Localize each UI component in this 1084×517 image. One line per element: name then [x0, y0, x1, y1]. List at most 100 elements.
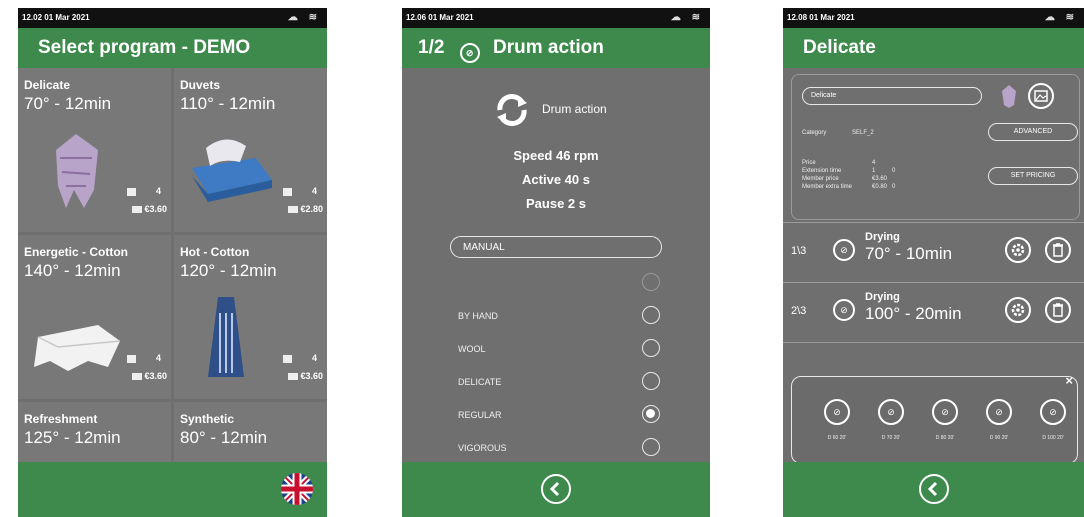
step-index: 2\3	[791, 305, 807, 317]
dryer-step-button[interactable]: ⊘	[1040, 399, 1066, 425]
gear-icon	[1011, 303, 1025, 317]
program-settings-panel: Delicate Category SELF_2 ADVANCED Price …	[791, 74, 1080, 220]
dryer-step-button[interactable]: ⊘	[932, 399, 958, 425]
settings-button[interactable]	[1005, 297, 1031, 323]
step-counter: 1/2	[418, 37, 445, 58]
delete-button[interactable]	[1045, 297, 1071, 323]
program-name: Delicate	[24, 78, 71, 92]
page-title: Drum action	[492, 37, 604, 58]
add-step-popup: × ⊘ ⊘ ⊘ ⊘ ⊘ D 60 20' D 70 20' D 80 20' D…	[791, 373, 1078, 464]
program-name: Energetic - Cotton	[24, 245, 128, 259]
radio-button[interactable]	[642, 339, 660, 357]
step-option-label: D 90 20'	[989, 435, 1009, 441]
step-option-label: D 80 20'	[935, 435, 955, 441]
token-icon	[126, 354, 136, 363]
drying-icon: ⊘	[833, 299, 855, 321]
program-tile-energetic-cotton[interactable]: Energetic - Cotton 140° - 12min 4 €3.60	[18, 235, 171, 399]
advanced-button[interactable]: ADVANCED	[988, 123, 1078, 141]
option-row-by-hand[interactable]: BY HAND	[458, 306, 660, 326]
step-row[interactable]: 1\3 ⊘ Drying 70° - 10min	[783, 222, 1084, 281]
drum-step-icon: ⊘	[459, 43, 480, 63]
program-tile-hot-cotton[interactable]: Hot - Cotton 120° - 12min 4 €3.60	[174, 235, 327, 399]
step-row[interactable]: 2\3 ⊘ Drying 100° - 20min	[783, 282, 1084, 341]
gear-icon	[1011, 243, 1025, 257]
connectivity-icons: ☁ ≋	[1044, 12, 1078, 23]
rotate-icon	[497, 94, 527, 126]
option-row-delicate[interactable]: DELICATE	[458, 372, 660, 392]
program-price: €2.80	[288, 204, 323, 214]
coin-icon	[132, 373, 143, 381]
status-bar: 12.02 01 Mar 2021 ☁ ≋	[18, 8, 327, 28]
dryer-step-button[interactable]: ⊘	[878, 399, 904, 425]
program-price: €3.60	[288, 371, 323, 381]
settings-button[interactable]	[1005, 237, 1031, 263]
radio-button[interactable]	[642, 306, 660, 324]
back-button[interactable]	[918, 474, 949, 504]
program-temp: 140° - 12min	[24, 261, 121, 280]
status-bar: 12.06 01 Mar 2021 ☁ ≋	[402, 8, 710, 28]
scarf-image	[56, 134, 98, 208]
page-title: Delicate	[783, 28, 1084, 68]
dress-image	[208, 297, 244, 377]
uk-flag-icon[interactable]	[281, 473, 313, 505]
program-temp: 125° - 12min	[24, 428, 121, 447]
program-temp: 70° - 12min	[24, 94, 112, 113]
stock-count: 4	[282, 353, 317, 363]
program-temp: 80° - 12min	[180, 428, 268, 447]
token-icon	[126, 187, 136, 196]
page-title: Select program - DEMO	[18, 28, 327, 68]
drum-header: Drum action	[402, 88, 710, 138]
image-button[interactable]	[1028, 83, 1054, 109]
chevron-left-icon	[927, 481, 937, 497]
delete-button[interactable]	[1045, 237, 1071, 263]
category-value[interactable]: SELF_2	[852, 129, 874, 137]
step-label: Drying	[865, 231, 900, 243]
step-value: 100° - 20min	[865, 304, 962, 323]
program-name-field[interactable]: Delicate	[802, 87, 982, 105]
program-tile-delicate[interactable]: Delicate 70° - 12min 4 €3.60	[18, 68, 171, 232]
mode-field[interactable]: MANUAL	[450, 236, 662, 258]
radio-button[interactable]	[642, 372, 660, 390]
bottom-bar	[18, 462, 327, 517]
dryer-step-button[interactable]: ⊘	[824, 399, 850, 425]
status-time: 12.08 01 Mar 2021	[787, 13, 855, 22]
program-tile-duvets[interactable]: Duvets 110° - 12min 4 €2.80	[174, 68, 327, 232]
chevron-left-icon	[549, 481, 560, 497]
step-value: 70° - 10min	[865, 244, 953, 263]
option-label: VIGOROUS	[458, 443, 507, 453]
coin-icon	[288, 373, 299, 381]
drum-action-screen: 12.06 01 Mar 2021 ☁ ≋ 1/2 ⊘ Drum action …	[402, 8, 710, 517]
status-bar: 12.08 01 Mar 2021 ☁ ≋	[783, 8, 1084, 28]
option-row-disabled	[458, 273, 660, 293]
stock-count: 4	[126, 186, 161, 196]
connectivity-icons: ☁ ≋	[287, 12, 321, 23]
step-index: 1\3	[791, 245, 807, 257]
drum-action-label: Drum action	[542, 102, 607, 116]
program-name: Hot - Cotton	[180, 245, 250, 259]
token-icon	[282, 354, 292, 363]
back-button[interactable]	[541, 474, 571, 504]
bottom-bar	[402, 462, 710, 517]
set-pricing-button[interactable]: SET PRICING	[988, 167, 1078, 185]
radio-button[interactable]	[642, 438, 660, 456]
stock-count: 4	[126, 353, 161, 363]
connectivity-icons: ☁ ≋	[670, 12, 704, 23]
scarf-thumbnail	[1002, 85, 1016, 108]
program-price: €3.60	[132, 204, 167, 214]
trash-icon	[1053, 243, 1063, 257]
speed-value: Speed 46 rpm	[513, 148, 599, 163]
duvet-image	[192, 139, 272, 202]
close-icon[interactable]: ×	[1065, 373, 1073, 388]
tablecloth-image	[34, 325, 121, 371]
option-label: REGULAR	[458, 410, 502, 420]
pause-value: Pause 2 s	[526, 196, 586, 211]
radio-button-selected[interactable]	[642, 405, 660, 423]
dryer-step-button[interactable]: ⊘	[986, 399, 1012, 425]
option-row-vigorous[interactable]: VIGOROUS	[458, 438, 660, 458]
bottom-bar	[783, 462, 1084, 517]
program-name: Refreshment	[24, 412, 98, 426]
option-row-regular[interactable]: REGULAR	[458, 405, 660, 425]
stock-count: 4	[282, 186, 317, 196]
category-label: Category	[802, 130, 827, 136]
option-row-wool[interactable]: WOOL	[458, 339, 660, 359]
